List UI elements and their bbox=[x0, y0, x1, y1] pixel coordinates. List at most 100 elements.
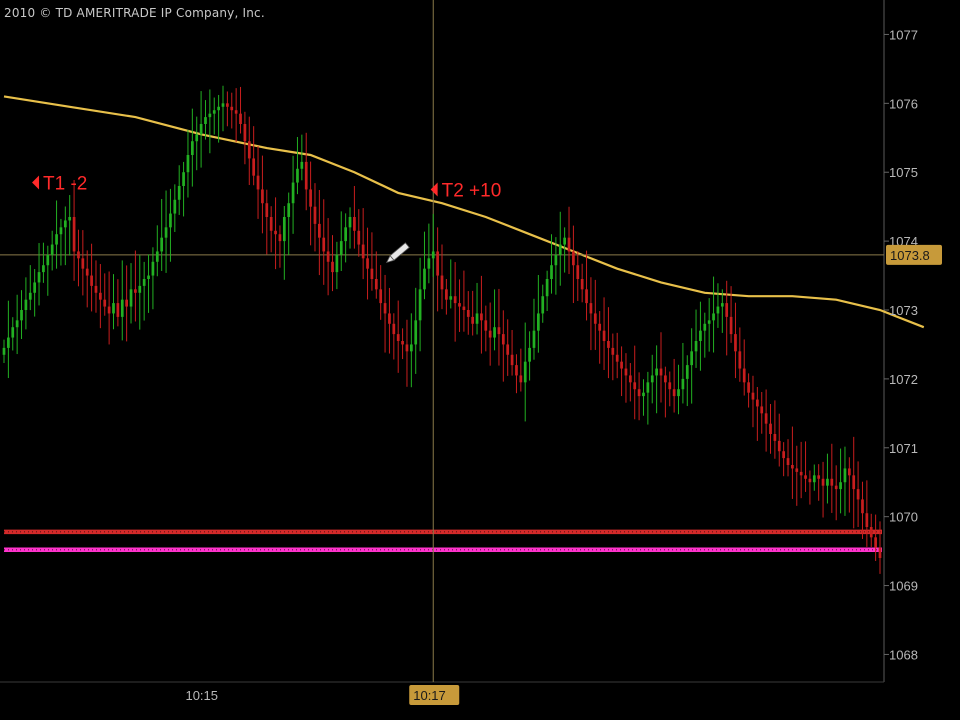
candle-body bbox=[453, 296, 457, 304]
candle-body bbox=[756, 399, 759, 407]
candle-body bbox=[129, 289, 133, 307]
candle-body bbox=[620, 361, 623, 369]
candle-body bbox=[138, 285, 142, 293]
candle-body bbox=[147, 275, 150, 279]
candle-body bbox=[243, 124, 247, 142]
candle-body bbox=[707, 320, 711, 324]
candle-body bbox=[256, 175, 260, 190]
candle-body bbox=[217, 106, 220, 111]
candle-body bbox=[449, 296, 453, 300]
candle-body bbox=[125, 299, 128, 307]
candle-body bbox=[777, 440, 781, 452]
candle-body bbox=[786, 458, 790, 465]
candle-body bbox=[585, 289, 588, 304]
candle-body bbox=[11, 327, 15, 338]
trade-annotation-label: T2 +10 bbox=[442, 180, 502, 201]
candle-body bbox=[580, 279, 584, 290]
candle-body bbox=[326, 251, 330, 262]
candle-body bbox=[782, 451, 785, 459]
candle-body bbox=[747, 382, 750, 393]
candle-body bbox=[190, 141, 194, 155]
candle-body bbox=[769, 423, 772, 434]
candle-body bbox=[593, 313, 597, 324]
price-chart[interactable]: T1 -2 T2 +10 1068106910701071107210731074… bbox=[0, 0, 960, 720]
candle-body bbox=[589, 303, 593, 314]
price-tick-label: 1075 bbox=[889, 165, 918, 180]
candle-body bbox=[414, 320, 418, 345]
candle-body bbox=[339, 241, 343, 255]
candle-body bbox=[313, 206, 317, 224]
candle-body bbox=[42, 265, 45, 273]
price-tick-label: 1076 bbox=[889, 96, 918, 111]
candle-body bbox=[760, 406, 764, 414]
candle-body bbox=[615, 354, 619, 362]
candle-body bbox=[510, 354, 514, 366]
candle-body bbox=[431, 251, 435, 259]
candle-body bbox=[694, 341, 698, 352]
candle-body bbox=[716, 306, 720, 314]
candle-body bbox=[847, 468, 851, 476]
candle-body bbox=[563, 237, 566, 245]
candle-body bbox=[821, 478, 825, 486]
candle-body bbox=[681, 378, 685, 390]
candle-body bbox=[239, 113, 242, 124]
candle-body bbox=[554, 254, 558, 266]
candle-body bbox=[826, 478, 829, 486]
candle-body bbox=[462, 306, 466, 310]
candle-body bbox=[331, 261, 334, 273]
time-tick-label: 10:15 bbox=[185, 688, 218, 703]
candle-body bbox=[195, 134, 199, 142]
candle-body bbox=[282, 217, 286, 242]
candle-body bbox=[843, 468, 847, 483]
candle-body bbox=[392, 323, 396, 335]
candle-body bbox=[261, 189, 264, 204]
copyright-text: 2010 © TD AMERITRADE IP Company, Inc. bbox=[4, 6, 265, 20]
candle-body bbox=[265, 203, 269, 217]
candle-body bbox=[515, 365, 518, 376]
candle-body bbox=[817, 475, 821, 479]
candle-body bbox=[234, 110, 238, 114]
candle-body bbox=[878, 547, 882, 558]
candle-body bbox=[318, 223, 321, 238]
candle-body bbox=[799, 471, 803, 476]
candle-body bbox=[212, 110, 216, 114]
candle-body bbox=[396, 334, 400, 341]
candle-body bbox=[335, 254, 339, 273]
candle-body bbox=[177, 186, 181, 200]
candle-body bbox=[637, 389, 641, 397]
candle-body bbox=[344, 227, 347, 242]
candle-body bbox=[598, 323, 602, 331]
candle-body bbox=[383, 303, 387, 314]
candle-body bbox=[291, 182, 295, 204]
candle-body bbox=[729, 316, 733, 335]
candle-body bbox=[151, 261, 155, 276]
candle-body bbox=[322, 237, 326, 252]
candle-body bbox=[550, 265, 553, 279]
candle-body bbox=[252, 158, 256, 176]
candle-body bbox=[874, 537, 877, 548]
candle-body bbox=[59, 227, 63, 235]
candle-body bbox=[208, 113, 212, 118]
candle-body bbox=[94, 285, 98, 293]
candle-body bbox=[677, 389, 680, 397]
candle-body bbox=[751, 392, 755, 400]
candle-body bbox=[120, 299, 124, 317]
candle-body bbox=[528, 347, 531, 362]
candle-body bbox=[501, 334, 505, 345]
candle-body bbox=[685, 365, 689, 379]
candle-body bbox=[164, 227, 168, 238]
candle-body bbox=[742, 368, 746, 383]
price-tick-label: 1069 bbox=[889, 579, 918, 594]
candle-body bbox=[523, 361, 527, 383]
candle-body bbox=[664, 375, 667, 383]
candle-body bbox=[720, 303, 724, 307]
candle-body bbox=[107, 306, 111, 314]
candle-body bbox=[142, 279, 146, 286]
candle-body bbox=[440, 275, 444, 290]
price-tick-label: 1077 bbox=[889, 27, 918, 42]
price-tick-label: 1073 bbox=[889, 303, 918, 318]
candle-body bbox=[20, 310, 23, 321]
candle-body bbox=[182, 172, 185, 186]
candle-body bbox=[361, 244, 365, 259]
candle-body bbox=[488, 330, 492, 338]
